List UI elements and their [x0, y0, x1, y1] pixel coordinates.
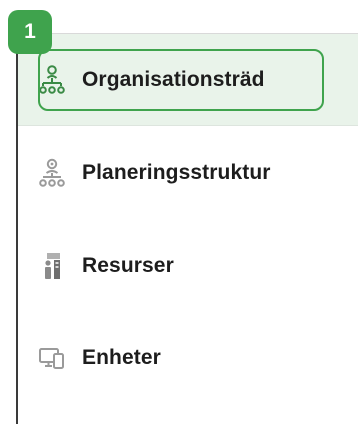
resources-icon	[36, 250, 68, 282]
devices-icon	[36, 342, 68, 374]
planning-structure-icon	[36, 157, 68, 189]
sidebar-item-devices[interactable]: Enheter	[36, 340, 161, 376]
sidebar-item-planning-structure[interactable]: Planeringsstruktur	[36, 155, 271, 191]
highlight-outline	[38, 49, 324, 111]
step-number-badge: 1	[8, 10, 52, 54]
screenshot-frame: Organisationsträd Planeringsstruktur Res…	[0, 0, 358, 424]
sidebar-item-label: Enheter	[82, 346, 161, 369]
sidebar-item-label: Resurser	[82, 254, 174, 277]
sidebar-item-label: Planeringsstruktur	[82, 161, 271, 184]
sidebar-item-resources[interactable]: Resurser	[36, 248, 174, 284]
sidebar-nav: Organisationsträd Planeringsstruktur Res…	[16, 33, 358, 424]
